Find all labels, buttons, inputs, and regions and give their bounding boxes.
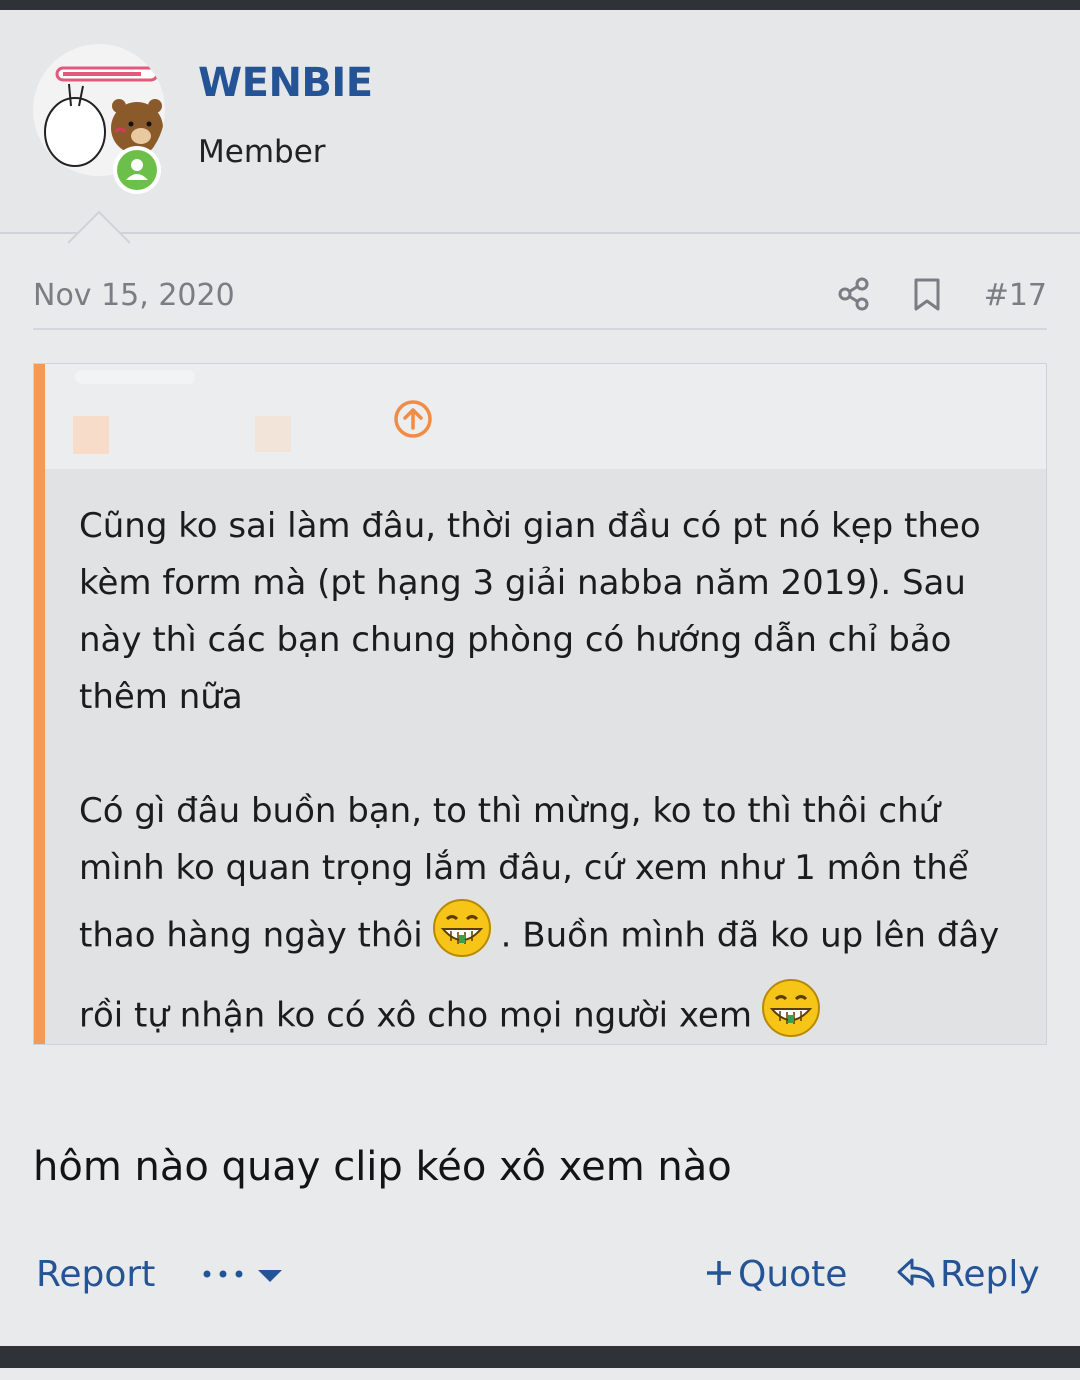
reply-button[interactable]: Reply bbox=[896, 1254, 1040, 1295]
header-pointer bbox=[68, 210, 130, 244]
reply-arrow-icon bbox=[897, 1258, 935, 1288]
more-dots-icon bbox=[203, 1270, 282, 1282]
username[interactable]: WENBIE bbox=[198, 60, 373, 106]
post-meta: Nov 15, 2020 #17 bbox=[33, 270, 1047, 330]
post-content: hôm nào quay clip kéo xô xem nào bbox=[33, 1144, 732, 1190]
plus-icon bbox=[707, 1261, 731, 1285]
report-button[interactable]: Report bbox=[36, 1254, 155, 1295]
share-icon[interactable] bbox=[836, 276, 872, 312]
online-status-badge bbox=[113, 146, 161, 194]
bookmark-icon[interactable] bbox=[912, 277, 942, 313]
bottom-bar bbox=[0, 1346, 1080, 1368]
post-date[interactable]: Nov 15, 2020 bbox=[33, 278, 235, 313]
quote-button[interactable]: Quote bbox=[704, 1254, 847, 1295]
quote-paragraph: Có gì đâu buồn bạn, to thì mừng, ko to t… bbox=[79, 783, 1024, 1057]
quote-body: Cũng ko sai làm đâu, thời gian đầu có pt… bbox=[79, 498, 1024, 1057]
user-role: Member bbox=[198, 134, 326, 170]
post-actions: Report Quote Reply bbox=[0, 1248, 1080, 1308]
quote-block: Cũng ko sai làm đâu, thời gian đầu có pt… bbox=[33, 363, 1047, 1045]
quote-header bbox=[45, 364, 1046, 469]
arrow-up-circle-icon[interactable] bbox=[393, 399, 433, 439]
top-bar bbox=[0, 0, 1080, 10]
quote-accent-bar bbox=[34, 364, 45, 1044]
grin-emoji-icon bbox=[760, 977, 822, 1057]
user-online-icon bbox=[126, 159, 148, 180]
more-actions-button[interactable] bbox=[202, 1260, 286, 1294]
user-header: WENBIE Member bbox=[0, 10, 1080, 244]
quote-paragraph: Cũng ko sai làm đâu, thời gian đầu có pt… bbox=[79, 506, 981, 717]
post-number[interactable]: #17 bbox=[984, 278, 1047, 313]
grin-emoji-icon bbox=[431, 897, 493, 977]
